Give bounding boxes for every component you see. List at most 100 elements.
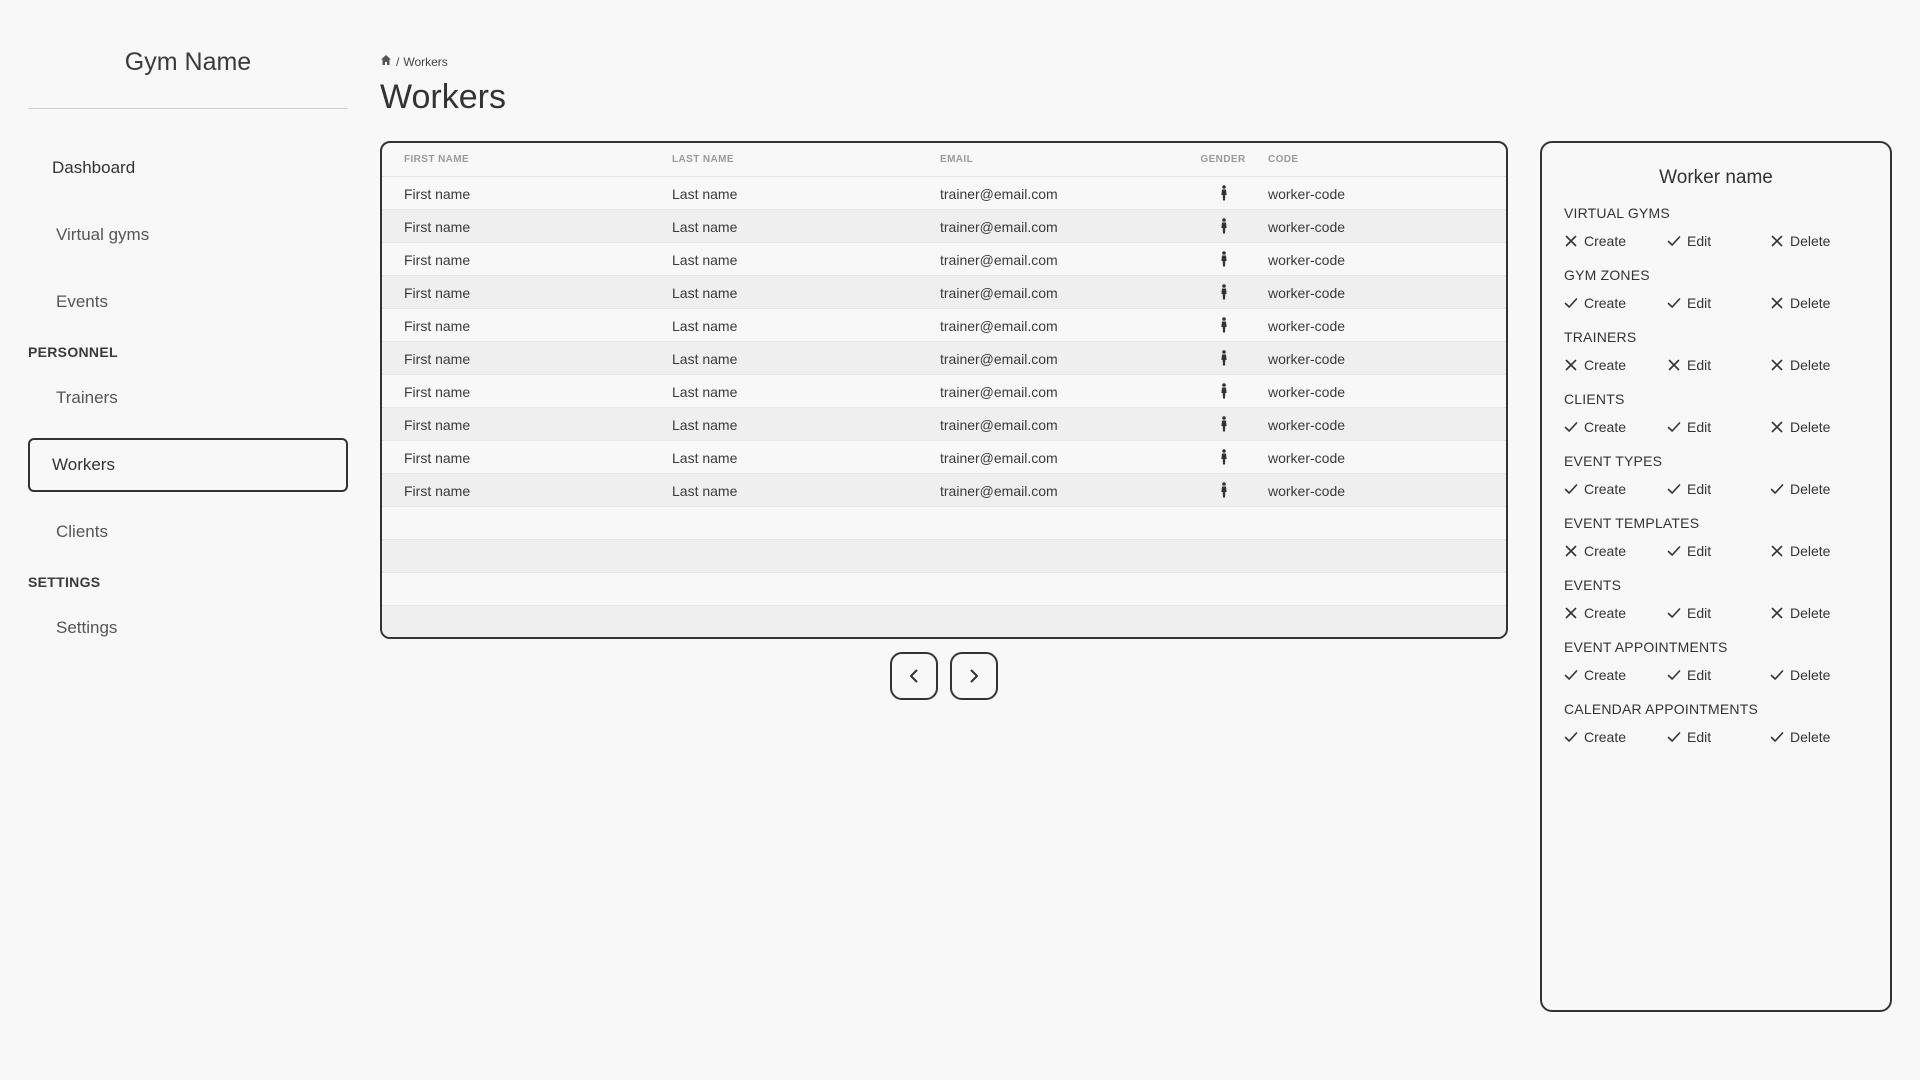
sidebar-item-events[interactable]: Events xyxy=(28,275,348,329)
table-row[interactable]: First name Last name trainer@email.com work… xyxy=(382,441,1506,474)
person-icon xyxy=(1221,482,1227,498)
permission-row: Create Edit Delete xyxy=(1564,605,1874,629)
permission-group-label: TRAINERS xyxy=(1564,329,1637,345)
header-last-name[interactable]: LAST NAME xyxy=(672,154,734,165)
permission-toggle-delete[interactable]: Delete xyxy=(1770,233,1830,249)
table-row[interactable]: First name Last name trainer@email.com work… xyxy=(382,243,1506,276)
first-name-cell: First name xyxy=(404,186,471,202)
permission-toggle-delete[interactable]: Delete xyxy=(1770,295,1830,311)
last-name-cell: Last name xyxy=(672,351,738,367)
next-page-button[interactable] xyxy=(950,652,998,700)
sidebar-item-settings[interactable]: Settings xyxy=(28,601,348,655)
section-settings: SETTINGS xyxy=(28,574,101,590)
email-cell: trainer@email.com xyxy=(940,318,1058,334)
table-row[interactable]: First name Last name trainer@email.com work… xyxy=(382,408,1506,441)
sidebar-item-workers[interactable]: Workers xyxy=(28,438,348,492)
table-row[interactable]: First name Last name trainer@email.com work… xyxy=(382,375,1506,408)
table-body: First name Last name trainer@email.com work… xyxy=(382,177,1506,637)
permission-label: Edit xyxy=(1687,357,1712,373)
permission-label: Delete xyxy=(1790,667,1831,683)
permission-toggle-edit[interactable]: Edit xyxy=(1667,233,1711,249)
home-icon[interactable] xyxy=(380,54,392,69)
permission-toggle-delete[interactable]: Delete xyxy=(1770,605,1830,621)
table-row[interactable]: First name Last name trainer@email.com work… xyxy=(382,210,1506,243)
table-row[interactable]: First name Last name trainer@email.com work… xyxy=(382,474,1506,507)
close-icon xyxy=(1771,235,1783,247)
code-cell: worker-code xyxy=(1268,483,1346,499)
check-icon xyxy=(1667,546,1681,556)
permission-toggle-create[interactable]: Create xyxy=(1564,357,1626,373)
permission-toggle-edit[interactable]: Edit xyxy=(1667,357,1711,373)
check-icon xyxy=(1667,732,1681,742)
permission-toggle-edit[interactable]: Edit xyxy=(1667,295,1711,311)
worker-name-title: Worker name xyxy=(1659,167,1773,188)
brand-name: Gym Name xyxy=(124,48,252,76)
permission-toggle-create[interactable]: Create xyxy=(1564,605,1626,621)
permission-toggle-create[interactable]: Create xyxy=(1564,233,1626,249)
permission-group-label: CLIENTS xyxy=(1564,391,1625,407)
permission-toggle-edit[interactable]: Edit xyxy=(1667,419,1711,435)
table-row[interactable]: First name Last name trainer@email.com work… xyxy=(382,177,1506,210)
permission-toggle-create[interactable]: Create xyxy=(1564,481,1626,497)
permission-label: Delete xyxy=(1790,729,1831,745)
email-cell: trainer@email.com xyxy=(940,351,1058,367)
first-name-cell: First name xyxy=(404,483,471,499)
permission-toggle-edit[interactable]: Edit xyxy=(1667,481,1711,497)
header-email[interactable]: EMAIL xyxy=(940,154,973,165)
close-icon xyxy=(1771,359,1783,371)
sidebar-item-virtual-gyms[interactable]: Virtual gyms xyxy=(28,208,348,262)
permission-toggle-edit[interactable]: Edit xyxy=(1667,605,1711,621)
email-cell: trainer@email.com xyxy=(940,219,1058,235)
permission-label: Edit xyxy=(1687,295,1712,311)
table-row xyxy=(382,507,1506,540)
permission-toggle-create[interactable]: Create xyxy=(1564,295,1626,311)
header-gender[interactable]: GENDER xyxy=(1198,154,1248,165)
permission-toggle-create[interactable]: Create xyxy=(1564,667,1626,683)
permission-toggle-edit[interactable]: Edit xyxy=(1667,543,1711,559)
gender-cell xyxy=(1208,482,1240,501)
gender-cell xyxy=(1208,383,1240,402)
permission-toggle-delete[interactable]: Delete xyxy=(1770,357,1830,373)
check-icon xyxy=(1770,484,1784,494)
check-icon xyxy=(1667,298,1681,308)
header-code[interactable]: CODE xyxy=(1268,154,1299,165)
chevron-right-icon xyxy=(970,669,978,683)
gender-cell xyxy=(1208,350,1240,369)
permission-label: Delete xyxy=(1790,419,1831,435)
sidebar: Gym Name Dashboard Virtual gyms Events P… xyxy=(0,0,375,1080)
sidebar-item-trainers[interactable]: Trainers xyxy=(28,371,348,425)
check-icon xyxy=(1564,732,1578,742)
header-first-name[interactable]: FIRST NAME xyxy=(404,154,469,165)
table-row[interactable]: First name Last name trainer@email.com work… xyxy=(382,309,1506,342)
prev-page-button[interactable] xyxy=(890,652,938,700)
last-name-cell: Last name xyxy=(672,483,738,499)
permission-toggle-delete[interactable]: Delete xyxy=(1770,667,1830,683)
gender-cell xyxy=(1208,449,1240,468)
check-icon xyxy=(1770,670,1784,680)
permission-toggle-delete[interactable]: Delete xyxy=(1770,729,1830,745)
permission-toggle-create[interactable]: Create xyxy=(1564,419,1626,435)
permission-group-label: EVENT TYPES xyxy=(1564,453,1663,469)
first-name-cell: First name xyxy=(404,285,471,301)
last-name-cell: Last name xyxy=(672,252,738,268)
last-name-cell: Last name xyxy=(672,318,738,334)
table-row[interactable]: First name Last name trainer@email.com work… xyxy=(382,276,1506,309)
permission-group-label: CALENDAR APPOINTMENTS xyxy=(1564,701,1759,717)
permission-toggle-delete[interactable]: Delete xyxy=(1770,543,1830,559)
permission-toggle-create[interactable]: Create xyxy=(1564,543,1626,559)
person-icon xyxy=(1221,350,1227,366)
email-cell: trainer@email.com xyxy=(940,450,1058,466)
sidebar-item-clients[interactable]: Clients xyxy=(28,505,348,559)
permission-toggle-edit[interactable]: Edit xyxy=(1667,667,1711,683)
permission-toggle-create[interactable]: Create xyxy=(1564,729,1626,745)
permission-label: Delete xyxy=(1790,357,1831,373)
gender-cell xyxy=(1208,317,1240,336)
table-row xyxy=(382,540,1506,573)
check-icon xyxy=(1564,298,1578,308)
table-row[interactable]: First name Last name trainer@email.com work… xyxy=(382,342,1506,375)
permission-toggle-delete[interactable]: Delete xyxy=(1770,419,1830,435)
sidebar-item-dashboard[interactable]: Dashboard xyxy=(28,141,348,195)
permission-toggle-edit[interactable]: Edit xyxy=(1667,729,1711,745)
permission-toggle-delete[interactable]: Delete xyxy=(1770,481,1830,497)
code-cell: worker-code xyxy=(1268,384,1346,400)
